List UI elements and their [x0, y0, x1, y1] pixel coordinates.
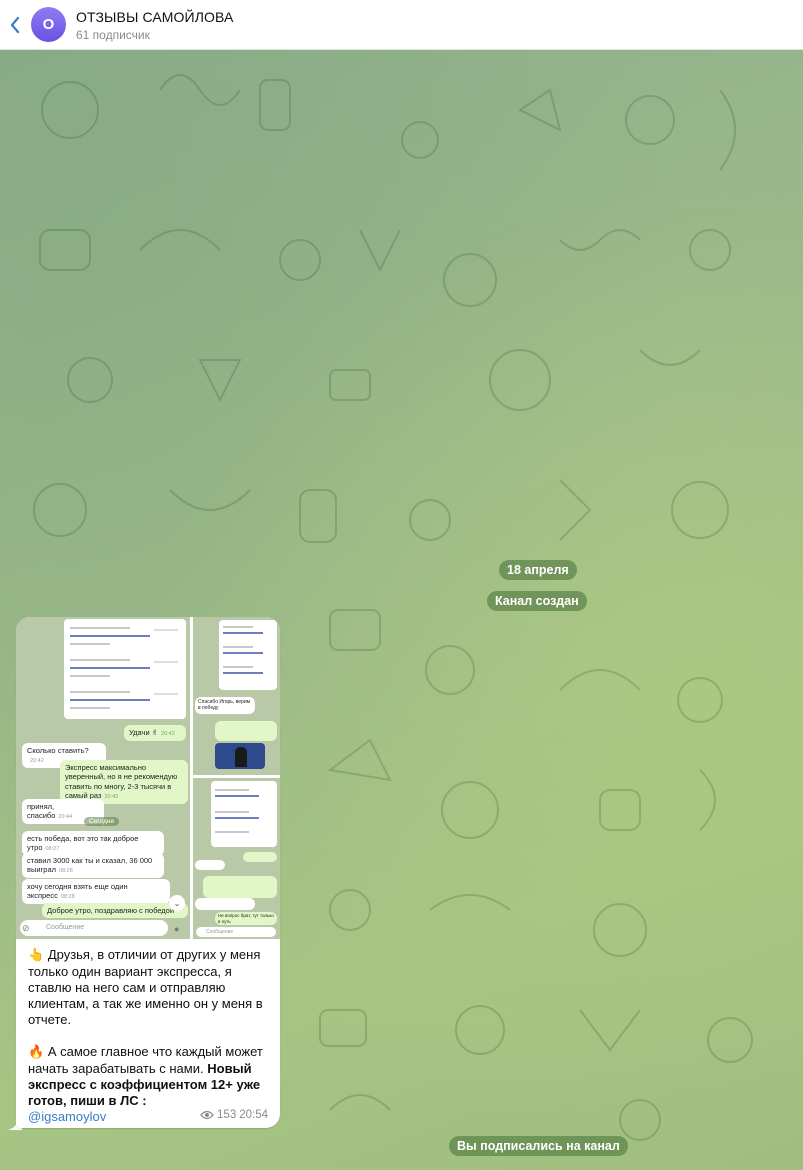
- channel-title[interactable]: ОТЗЫВЫ САМОЙЛОВА: [76, 9, 233, 25]
- mini-msg-out: Не вопрос брат, тут только в путь: [215, 912, 277, 926]
- paperclip-icon: ⊘: [22, 923, 30, 933]
- fire-icon: 🔥: [28, 1045, 45, 1060]
- date-separator: 18 апреля: [499, 560, 577, 580]
- mini-message-input: Сообщение: [196, 927, 276, 937]
- mini-msg-in: Спасибо Игорь, верим в победу: [195, 697, 255, 714]
- chevron-left-icon: [10, 16, 20, 34]
- media-album[interactable]: Удачи ✌ 20:42 Сколько ставить?20:42 Экспр…: [16, 617, 280, 939]
- mini-msg-in: [195, 860, 225, 870]
- chat-header: О ОТЗЫВЫ САМОЙЛОВА 61 подписчик: [0, 0, 803, 50]
- mini-msg-out: [243, 852, 277, 862]
- pointing-up-icon: 👆: [28, 948, 45, 963]
- mini-msg-out: Удачи ✌ 20:42: [124, 725, 186, 741]
- mini-video-thumb: [215, 743, 265, 769]
- mini-msg-out: Доброе утро, поздравляю с победой: [42, 903, 188, 919]
- mini-msg-out: [215, 721, 277, 741]
- service-message-created: Канал создан: [487, 591, 587, 611]
- chat-area[interactable]: 18 апреля Канал создан Вы подписались на…: [0, 50, 803, 1170]
- screenshot-3[interactable]: Не вопрос брат, тут только в путь Сообще…: [193, 778, 280, 939]
- mini-msg-in: [195, 898, 255, 910]
- subscriber-count: 61 подписчик: [76, 28, 150, 42]
- mini-msg-in: хочу сегодня взять еще один экспресс 08:2…: [22, 879, 170, 905]
- screenshot-1[interactable]: Удачи ✌ 20:42 Сколько ставить?20:42 Экспр…: [16, 617, 190, 939]
- view-count: 153: [217, 1109, 237, 1121]
- mini-bet-card: [64, 619, 186, 719]
- post-time: 20:54: [239, 1109, 268, 1121]
- mini-msg-out: [203, 876, 277, 898]
- mini-message-input: Сообщение: [20, 920, 168, 936]
- post-meta: 153 20:54: [200, 1109, 268, 1121]
- caption-paragraph-2: 🔥 А самое главное что каждый может начат…: [28, 1044, 268, 1109]
- mini-bet-card: [219, 620, 277, 690]
- mini-msg-in: ставил 3000 как ты и сказал, 36 000 выиг…: [22, 853, 164, 879]
- back-button[interactable]: [4, 10, 26, 40]
- post-caption: 👆 Друзья, в отличии от других у меня тол…: [28, 947, 268, 1125]
- caption-text-1: Друзья, в отличии от других у меня тольк…: [28, 947, 263, 1027]
- caption-paragraph-1: 👆 Друзья, в отличии от других у меня тол…: [28, 947, 268, 1028]
- channel-avatar[interactable]: О: [31, 7, 66, 42]
- username-link[interactable]: @igsamoylov: [28, 1109, 106, 1124]
- service-message-subscribed: Вы подписались на канал: [449, 1136, 628, 1156]
- mini-bet-card: [211, 781, 277, 847]
- mini-date-separator: Сегодня: [84, 817, 119, 826]
- channel-post[interactable]: Удачи ✌ 20:42 Сколько ставить?20:42 Экспр…: [16, 617, 280, 1128]
- microphone-icon: ●: [174, 924, 180, 934]
- screenshot-2[interactable]: Спасибо Игорь, верим в победу: [193, 617, 280, 775]
- chevron-down-icon: ⌄: [169, 895, 185, 911]
- eye-icon: [200, 1110, 214, 1120]
- mini-msg-out: Экспресс максимально уверенный, но я не …: [60, 760, 188, 804]
